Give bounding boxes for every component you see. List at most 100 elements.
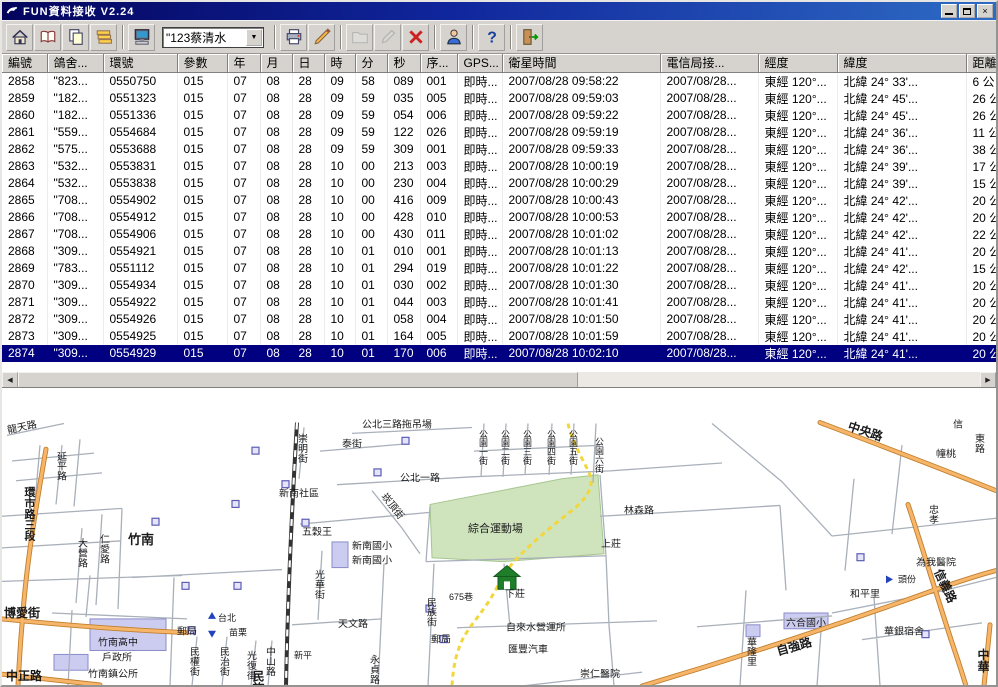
chevron-down-icon[interactable]: ▼ xyxy=(246,29,262,46)
map-label: 環市路三段 xyxy=(23,486,36,541)
map-label: 華銀宿舍 xyxy=(884,625,924,638)
table-row[interactable]: 2862"575...05536880150708280959309001即時.… xyxy=(2,141,996,158)
table-cell: 08 xyxy=(260,175,292,192)
column-header[interactable]: 時 xyxy=(324,54,355,72)
column-header[interactable]: 序... xyxy=(420,54,457,72)
table-row[interactable]: 2865"708...05549020150708281000416009即時.… xyxy=(2,192,996,209)
table-cell: "182... xyxy=(47,107,103,124)
table-cell: 2007/08/28... xyxy=(660,192,758,209)
table-cell: 2007/08/28 10:00:53 xyxy=(502,209,660,226)
exit-icon xyxy=(521,28,539,46)
edit-button[interactable] xyxy=(374,24,401,51)
table-cell: 10 xyxy=(324,260,355,277)
column-header[interactable]: 月 xyxy=(260,54,292,72)
table-cell: 20 公 xyxy=(966,311,996,328)
column-header[interactable]: 秒 xyxy=(387,54,420,72)
close-button[interactable]: × xyxy=(977,4,993,18)
pen-button[interactable] xyxy=(308,24,335,51)
export-button[interactable] xyxy=(90,24,117,51)
table-cell: 019 xyxy=(420,260,457,277)
table-row[interactable]: 2866"708...05549120150708281000428010即時.… xyxy=(2,209,996,226)
print-button[interactable] xyxy=(280,24,307,51)
table-cell: 0551336 xyxy=(103,107,177,124)
header-row: 編號鴿舍...環號參數年月日時分秒序...GPS...衛星時間電信局接...經度… xyxy=(2,54,996,72)
table-cell: 28 xyxy=(292,345,324,362)
column-header[interactable]: 年 xyxy=(227,54,260,72)
table-cell: 2007/08/28 09:59:19 xyxy=(502,124,660,141)
column-header[interactable]: 距離 xyxy=(966,54,996,72)
map-label: 幢桃 xyxy=(936,447,956,460)
table-row[interactable]: 2873"309...05549250150708281001164005即時.… xyxy=(2,328,996,345)
column-header[interactable]: 環號 xyxy=(103,54,177,72)
table-row[interactable]: 2858"823...05507500150708280958089001即時.… xyxy=(2,72,996,90)
table-row[interactable]: 2869"783...05511120150708281001294019即時.… xyxy=(2,260,996,277)
column-header[interactable]: 分 xyxy=(355,54,387,72)
map-label: 上莊 xyxy=(601,538,621,550)
table-cell: 26 公 xyxy=(966,90,996,107)
scroll-right-button[interactable]: ▶ xyxy=(980,372,996,388)
copy-button[interactable] xyxy=(62,24,89,51)
column-header[interactable]: 編號 xyxy=(2,54,47,72)
table-row[interactable]: 2870"309...05549340150708281001030002即時.… xyxy=(2,277,996,294)
horizontal-scrollbar[interactable]: ◀ ▶ xyxy=(2,371,996,387)
scrollbar-thumb[interactable] xyxy=(18,372,578,388)
scrollbar-track[interactable] xyxy=(18,372,980,387)
column-header[interactable]: 緯度 xyxy=(837,54,966,72)
column-header[interactable]: 日 xyxy=(292,54,324,72)
map-label: 自來水營運所 xyxy=(506,621,566,634)
maximize-button[interactable] xyxy=(959,4,975,18)
table-cell: 28 xyxy=(292,209,324,226)
scroll-left-button[interactable]: ◀ xyxy=(2,372,18,388)
home-button[interactable] xyxy=(6,24,33,51)
table-row[interactable]: 2874"309...05549290150708281001170006即時.… xyxy=(2,345,996,362)
column-header[interactable]: 衛星時間 xyxy=(502,54,660,72)
table-cell: 005 xyxy=(420,90,457,107)
column-header[interactable]: 參數 xyxy=(177,54,227,72)
table-cell: 10 xyxy=(324,345,355,362)
table-cell: 006 xyxy=(420,107,457,124)
table-cell: 北緯 24° 39'... xyxy=(837,175,966,192)
column-header[interactable]: 鴿舍... xyxy=(47,54,103,72)
table-row[interactable]: 2871"309...05549220150708281001044003即時.… xyxy=(2,294,996,311)
table-row[interactable]: 2860"182...05513360150708280959054006即時.… xyxy=(2,107,996,124)
column-header[interactable]: 電信局接... xyxy=(660,54,758,72)
table-cell: 0553831 xyxy=(103,158,177,175)
table-row[interactable]: 2868"309...05549210150708281001010001即時.… xyxy=(2,243,996,260)
table-cell: 01 xyxy=(355,243,387,260)
column-header[interactable]: GPS... xyxy=(457,54,502,72)
loft-combobox-value: "123蔡清水 xyxy=(163,29,246,46)
open-button[interactable] xyxy=(346,24,373,51)
table-cell: 東經 120°... xyxy=(758,243,837,260)
user-button[interactable] xyxy=(440,24,467,51)
delete-button[interactable] xyxy=(402,24,429,51)
table-cell: 08 xyxy=(260,328,292,345)
table-cell: 2007/08/28... xyxy=(660,124,758,141)
table-cell: 北緯 24° 41'... xyxy=(837,311,966,328)
table-cell: "708... xyxy=(47,209,103,226)
table-cell: 07 xyxy=(227,277,260,294)
book-button[interactable] xyxy=(34,24,61,51)
map-label: 民治街 xyxy=(217,646,229,677)
table-row[interactable]: 2861"559...05546840150708280959122026即時.… xyxy=(2,124,996,141)
map-label: 中山路 xyxy=(263,645,275,677)
table-cell: "575... xyxy=(47,141,103,158)
help-button[interactable]: ? xyxy=(478,24,505,51)
table-cell: 089 xyxy=(387,72,420,90)
table-cell: 2007/08/28... xyxy=(660,345,758,362)
table-row[interactable]: 2867"708...05549060150708281000430011即時.… xyxy=(2,226,996,243)
minimize-button[interactable] xyxy=(941,4,957,18)
table-row[interactable]: 2859"182...05513230150708280959035005即時.… xyxy=(2,90,996,107)
table-row[interactable]: 2864"532...05538380150708281000230004即時.… xyxy=(2,175,996,192)
sports-field xyxy=(430,475,604,562)
table-cell: 58 xyxy=(355,72,387,90)
device-button[interactable] xyxy=(128,24,155,51)
table-cell: 07 xyxy=(227,209,260,226)
column-header[interactable]: 經度 xyxy=(758,54,837,72)
table-cell: 北緯 24° 41'... xyxy=(837,328,966,345)
table-row[interactable]: 2872"309...05549260150708281001058004即時.… xyxy=(2,311,996,328)
table-row[interactable]: 2863"532...05538310150708281000213003即時.… xyxy=(2,158,996,175)
table-cell: 28 xyxy=(292,277,324,294)
table-cell: 59 xyxy=(355,124,387,141)
loft-combobox[interactable]: "123蔡清水 ▼ xyxy=(162,27,264,48)
exit-button[interactable] xyxy=(516,24,543,51)
